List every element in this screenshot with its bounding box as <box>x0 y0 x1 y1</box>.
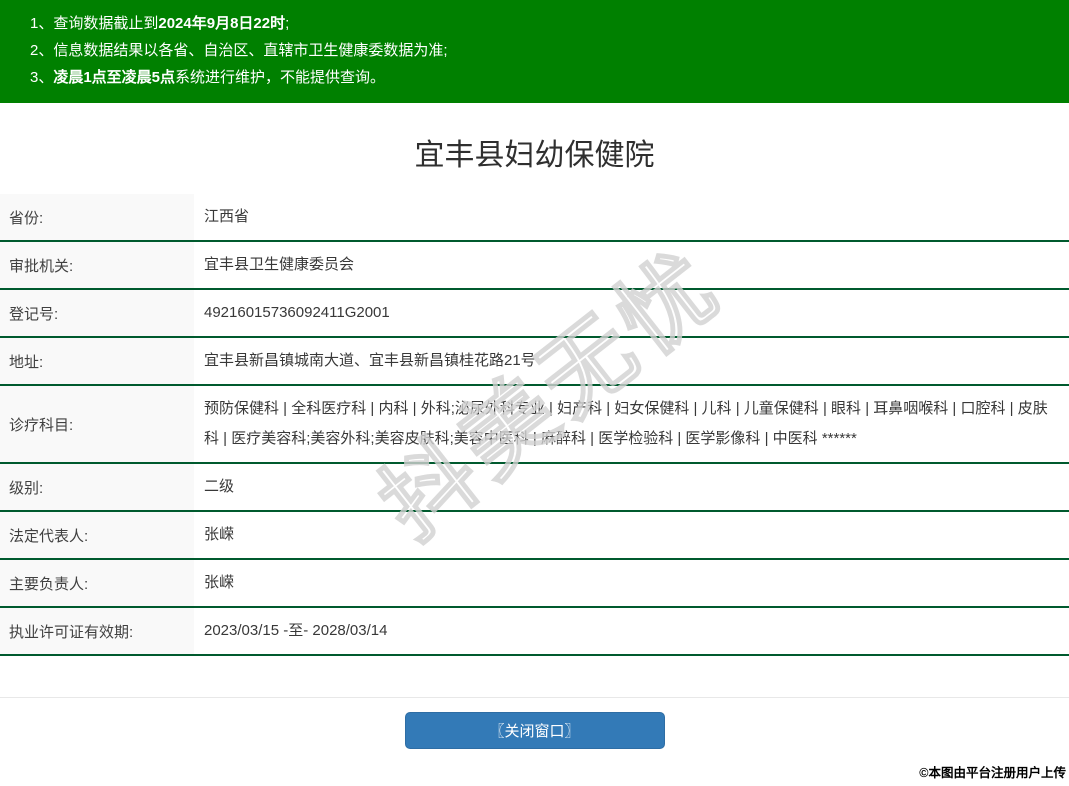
row-value: 49216015736092411G2001 <box>204 304 390 321</box>
footer-divider <box>0 697 1069 698</box>
row-label: 登记号: <box>0 290 194 336</box>
table-row-level: 级别: 二级 <box>0 464 1069 512</box>
row-value: 江西省 <box>204 208 250 225</box>
table-row-legal-representative: 法定代表人: 张嵘 <box>0 512 1069 560</box>
row-value: 宜丰县卫生健康委员会 <box>204 256 355 273</box>
table-row-address: 地址: 宜丰县新昌镇城南大道、宜丰县新昌镇桂花路21号 <box>0 338 1069 386</box>
row-value: 2023/03/15 -至- 2028/03/14 <box>204 622 388 639</box>
table-row-registration-number: 登记号: 49216015736092411G2001 <box>0 290 1069 338</box>
query-result-page: 1、查询数据截止到2024年9月8日22时; 2、信息数据结果以各省、自治区、直… <box>0 0 1069 786</box>
notice-line-3-number: 3、 <box>30 69 54 86</box>
copyright-note: ©本图由平台注册用户上传 <box>919 766 1066 780</box>
row-value: 二级 <box>204 478 235 495</box>
row-value: 预防保健科 | 全科医疗科 | 内科 | 外科;泌尿外科专业 | 妇产科 | 妇… <box>204 400 1048 447</box>
notice-line-3: 3、凌晨1点至凌晨5点系统进行维护，不能提供查询。 <box>30 64 1059 91</box>
row-value: 张嵘 <box>204 574 235 591</box>
hospital-info-table: 省份: 江西省 审批机关: 宜丰县卫生健康委员会 登记号: 4921601573… <box>0 194 1069 656</box>
table-row-person-in-charge: 主要负责人: 张嵘 <box>0 560 1069 608</box>
notice-line-2-text: 信息数据结果以各省、自治区、直辖市卫生健康委数据为准; <box>53 42 448 59</box>
notice-line-1-tail: ; <box>285 15 290 32</box>
table-row-license-validity: 执业许可证有效期: 2023/03/15 -至- 2028/03/14 <box>0 608 1069 656</box>
notice-banner: 1、查询数据截止到2024年9月8日22时; 2、信息数据结果以各省、自治区、直… <box>0 0 1069 103</box>
table-row-province: 省份: 江西省 <box>0 194 1069 242</box>
row-label: 审批机关: <box>0 242 194 288</box>
row-label: 级别: <box>0 464 194 510</box>
row-label: 主要负责人: <box>0 560 194 606</box>
notice-line-1-text: 查询数据截止到 <box>53 15 159 32</box>
row-value: 张嵘 <box>204 526 235 543</box>
row-label: 执业许可证有效期: <box>0 608 194 654</box>
row-value: 宜丰县新昌镇城南大道、宜丰县新昌镇桂花路21号 <box>204 352 536 369</box>
notice-line-2: 2、信息数据结果以各省、自治区、直辖市卫生健康委数据为准; <box>30 37 1059 64</box>
notice-line-2-number: 2、 <box>30 42 54 59</box>
notice-line-1-number: 1、 <box>30 15 54 32</box>
notice-line-1: 1、查询数据截止到2024年9月8日22时; <box>30 10 1059 37</box>
row-label: 地址: <box>0 338 194 384</box>
row-label: 诊疗科目: <box>0 386 194 462</box>
notice-line-3-tail: 系统进行维护，不能提供查询。 <box>175 69 386 86</box>
page-title: 宜丰县妇幼保健院 <box>414 139 655 172</box>
table-row-approval-authority: 审批机关: 宜丰县卫生健康委员会 <box>0 242 1069 290</box>
close-window-button[interactable]: 〖关闭窗口〗 <box>404 712 665 749</box>
notice-line-3-bold: 凌晨1点至凌晨5点 <box>53 69 176 86</box>
row-label: 省份: <box>0 194 194 240</box>
notice-line-1-bold: 2024年9月8日22时 <box>158 15 286 32</box>
row-label: 法定代表人: <box>0 512 194 558</box>
table-row-medical-departments: 诊疗科目: 预防保健科 | 全科医疗科 | 内科 | 外科;泌尿外科专业 | 妇… <box>0 386 1069 464</box>
